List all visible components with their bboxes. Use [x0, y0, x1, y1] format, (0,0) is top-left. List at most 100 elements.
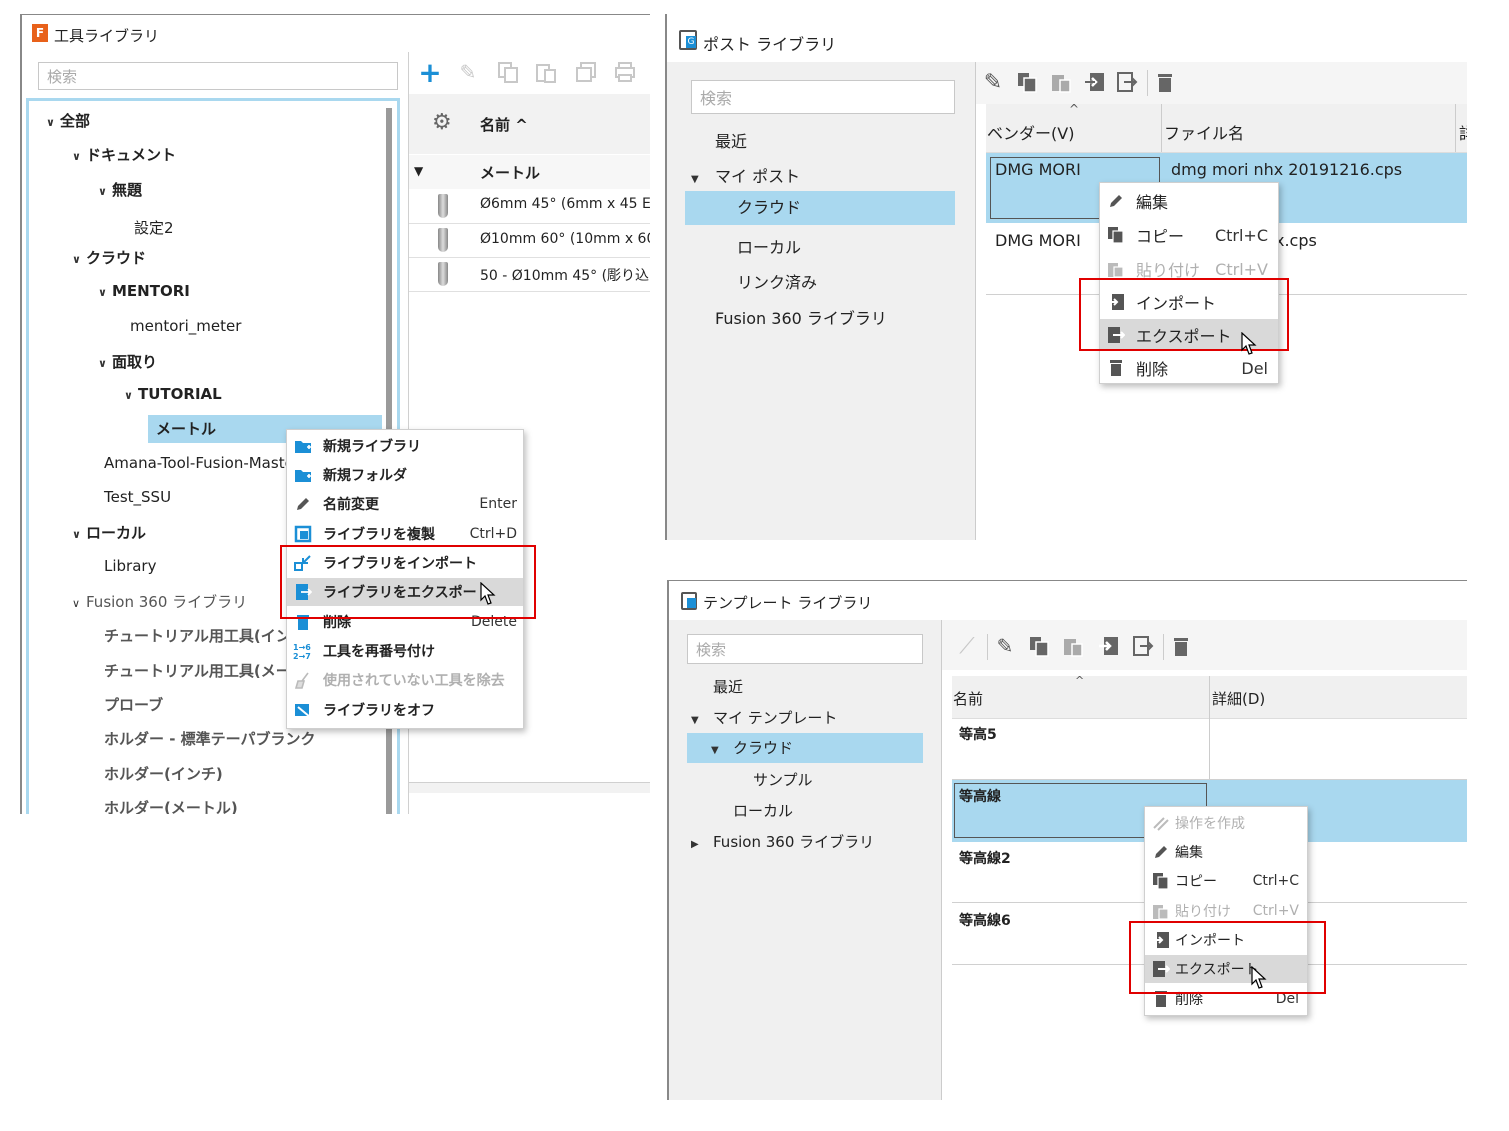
export-icon[interactable] [1131, 634, 1155, 658]
tree-item-amana[interactable]: Amana-Tool-Fusion-Maste [104, 454, 294, 472]
nav-my-posts[interactable]: ▼ マイ ポスト [691, 163, 800, 187]
edit-icon[interactable]: ✎ [993, 634, 1017, 658]
nav-my-templates[interactable]: ▼ マイ テンプレート [691, 707, 837, 728]
row-1-name[interactable]: 等高5 [959, 724, 997, 744]
group-label: メートル [480, 164, 541, 182]
row-2-filename: x.cps [1275, 231, 1317, 250]
tree-item-holder-inch[interactable]: ホルダー(インチ) [104, 763, 223, 784]
tree-item-holder-taper[interactable]: ホルダー - 標準テーパブランク [104, 728, 316, 749]
menu-item-duplicate-library[interactable]: ライブラリを複製 Ctrl+D [287, 520, 523, 548]
menu-item-renumber-tools[interactable]: 1→6 2→7 工具を再番号付け [287, 637, 523, 665]
settings-gear-icon[interactable]: ⚙ [432, 110, 452, 135]
broom-icon [293, 670, 313, 690]
import-icon[interactable] [1083, 70, 1107, 94]
menu-item-edit[interactable]: 編集 [1145, 838, 1307, 866]
column-header-name[interactable]: 名前 [953, 688, 983, 709]
create-operation-icon [1151, 813, 1171, 833]
print-icon[interactable] [613, 60, 637, 84]
duplicate-icon[interactable] [574, 60, 598, 84]
nav-cloud-selected[interactable]: クラウド [685, 191, 955, 225]
tree-item-untitled[interactable]: ∨ 無題 [98, 179, 142, 200]
nav-fusion360[interactable]: Fusion 360 ライブラリ [715, 305, 887, 329]
column-header-filename[interactable]: ファイル名 [1164, 120, 1244, 144]
tree-item-tutorial-tools-meter[interactable]: チュートリアル用工具(メー [104, 660, 291, 681]
copy-icon[interactable] [1027, 634, 1051, 658]
nav-linked[interactable]: リンク済み [737, 269, 817, 293]
tree-item-local[interactable]: ∨ ローカル [72, 522, 146, 543]
menu-item-label: 編集 [1175, 845, 1203, 861]
copy-icon[interactable] [496, 60, 520, 84]
import-export-highlight [280, 545, 536, 619]
column-divider [1209, 676, 1210, 780]
menu-item-label: コピー [1175, 874, 1217, 890]
nav-recent[interactable]: 最近 [715, 128, 747, 152]
tree-item-holder-meter[interactable]: ホルダー(メートル) [104, 797, 238, 814]
expand-triangle-icon: ▼ [691, 715, 699, 726]
menu-item-shortcut: Ctrl+C [1214, 225, 1268, 245]
import-export-highlight [1129, 921, 1326, 994]
tool-row-2-name: Ø10mm 60° (10mm x 60 [480, 231, 650, 247]
tree-item-library[interactable]: Library [104, 557, 156, 575]
nav-local[interactable]: ローカル [737, 234, 801, 258]
endmill-icon [438, 194, 448, 218]
tree-item-tutorial-tools-inch[interactable]: チュートリアル用工具(イン [104, 625, 291, 646]
menu-item-new-library[interactable]: 新規ライブラリ [287, 432, 523, 460]
paste-icon[interactable] [1049, 70, 1073, 94]
tool-row-1-name: Ø6mm 45° (6mm x 45 Er [480, 196, 650, 212]
trash-icon[interactable] [1169, 634, 1193, 658]
paste-icon[interactable] [1061, 634, 1085, 658]
search-input[interactable]: 検索 [38, 62, 398, 90]
nav-cloud-selected[interactable]: ▼ クラウド [687, 733, 923, 763]
row-3-name[interactable]: 等高線2 [959, 848, 1011, 868]
menu-item-library-off[interactable]: ライブラリをオフ [287, 696, 523, 724]
copy-icon[interactable] [1015, 70, 1039, 94]
column-header-detail[interactable]: 詳細(D) [1212, 688, 1265, 709]
tree-item-all[interactable]: ∨ 全部 [46, 110, 90, 131]
row-2-name: 等高線 [959, 789, 1001, 805]
svg-text:2→7: 2→7 [293, 652, 311, 660]
trash-icon[interactable] [1153, 70, 1177, 94]
edit-icon[interactable]: ✎ [456, 60, 480, 84]
export-icon[interactable] [1115, 70, 1139, 94]
post-library-window: G ポスト ライブラリ 検索 最近 ▼ マイ ポスト クラウド ローカル リンク済… [665, 14, 1467, 540]
menu-item-new-folder[interactable]: 新規フォルダ [287, 461, 523, 489]
column-header-vendor[interactable]: ベンダー(V) [987, 120, 1074, 144]
tree-item-probe[interactable]: プローブ [104, 694, 163, 715]
paste-icon[interactable] [534, 60, 558, 84]
tree-item-mentori-meter[interactable]: mentori_meter [130, 317, 241, 335]
mouse-cursor-icon [480, 581, 496, 610]
add-icon[interactable]: + [418, 56, 442, 89]
nav-local[interactable]: ローカル [733, 800, 793, 821]
nav-sample[interactable]: サンプル [753, 769, 813, 790]
menu-item-copy[interactable]: コピー Ctrl+C [1100, 219, 1278, 251]
tree-item-tutorial[interactable]: ∨ TUTORIAL [124, 385, 222, 403]
menu-item-rename[interactable]: 名前変更 Enter [287, 490, 523, 518]
menu-item-create-operation[interactable]: 操作を作成 [1145, 809, 1307, 837]
nav-recent[interactable]: 最近 [713, 676, 743, 697]
search-input[interactable]: 検索 [691, 80, 955, 114]
tree-item-test-ssu[interactable]: Test_SSU [104, 488, 171, 506]
tree-item-document[interactable]: ∨ ドキュメント [72, 144, 176, 165]
search-input[interactable]: 検索 [687, 634, 923, 664]
nav-fusion360[interactable]: ▶ Fusion 360 ライブラリ [691, 831, 874, 852]
endmill-icon [438, 262, 448, 286]
expand-triangle-icon[interactable]: ▼ [414, 164, 423, 178]
renumber-icon: 1→6 2→7 [293, 641, 313, 661]
edit-icon[interactable]: ✎ [981, 70, 1005, 95]
create-operation-icon[interactable]: ⟋ [955, 634, 979, 659]
tree-item-cloud[interactable]: ∨ クラウド [72, 247, 146, 268]
tree-item-fusion360[interactable]: ∨ Fusion 360 ライブラリ [72, 591, 247, 612]
menu-item-copy[interactable]: コピー Ctrl+C [1145, 867, 1307, 895]
column-header-extra[interactable]: 詳 [1459, 120, 1467, 144]
menu-item-label: 削除 [1136, 360, 1169, 379]
row-1-vendor: DMG MORI [995, 160, 1081, 179]
menu-item-remove-unused-tools[interactable]: 使用されていない工具を除去 [287, 666, 523, 694]
menu-item-edit[interactable]: 編集 [1100, 185, 1278, 217]
import-icon[interactable] [1097, 634, 1121, 658]
tree-item-chamfer[interactable]: ∨ 面取り [98, 351, 157, 372]
tree-item-mentori[interactable]: ∨ MENTORI [98, 282, 190, 300]
column-header-name[interactable]: 名前 ^ [480, 114, 528, 135]
tree-item-setting2[interactable]: 設定2 [134, 217, 174, 238]
row-4-name[interactable]: 等高線6 [959, 910, 1011, 930]
search-placeholder: 検索 [700, 89, 733, 108]
